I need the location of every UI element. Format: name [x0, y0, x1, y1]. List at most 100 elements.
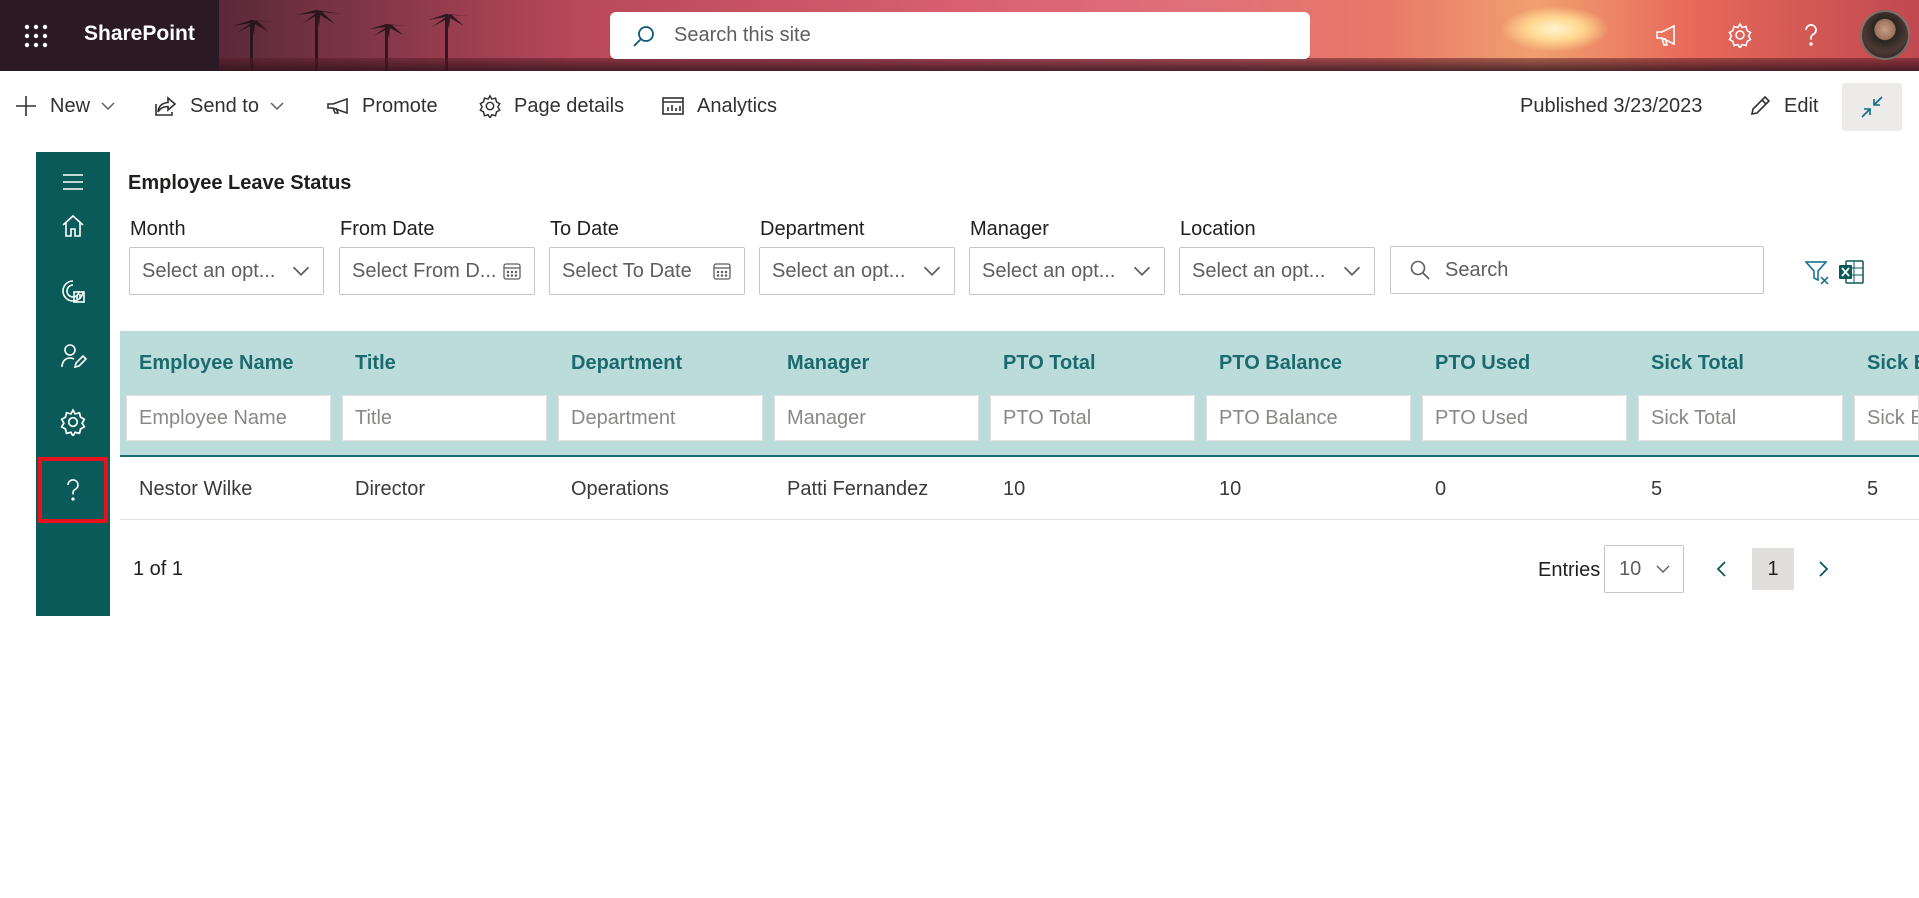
to-date-picker[interactable]: Select To Date: [549, 247, 745, 295]
column-header-pto-used[interactable]: PTO Used: [1435, 352, 1530, 375]
new-label: New: [50, 94, 91, 117]
clear-filter-icon[interactable]: [1803, 258, 1831, 286]
column-filter-manager[interactable]: Manager: [774, 395, 979, 441]
cell-pto-balance: 10: [1219, 478, 1242, 500]
excel-export-icon[interactable]: [1837, 258, 1865, 286]
column-filter-pto-used[interactable]: PTO Used: [1422, 395, 1627, 441]
search-icon: [1410, 260, 1430, 280]
column-filter-sick-balance[interactable]: Sick B: [1854, 395, 1919, 441]
cell-sick-balance: 5: [1867, 478, 1879, 500]
column-filter-sick-total[interactable]: Sick Total: [1638, 395, 1843, 441]
sidebar-item-home[interactable]: [36, 196, 110, 256]
collapse-icon: [1861, 96, 1883, 118]
calendar-icon: [503, 263, 521, 280]
column-header-employee-name[interactable]: Employee Name: [139, 352, 294, 375]
chevron-down-icon: [1656, 565, 1670, 573]
cell-pto-total: 10: [1003, 478, 1026, 500]
column-header-manager[interactable]: Manager: [787, 352, 869, 375]
sun-graphic: [1500, 6, 1610, 52]
question-mark-icon: [1805, 24, 1817, 46]
entries-dropdown[interactable]: 10: [1604, 545, 1684, 593]
horizon-graphic: [0, 58, 1919, 71]
site-search-box[interactable]: Search this site: [610, 12, 1310, 59]
collapse-button[interactable]: [1842, 83, 1902, 131]
column-filter-placeholder: Manager: [787, 406, 866, 429]
column-header-pto-total[interactable]: PTO Total: [1003, 352, 1096, 375]
from-date-picker[interactable]: Select From D...: [339, 247, 535, 295]
previous-page-button[interactable]: [1702, 548, 1742, 590]
site-search-placeholder: Search this site: [674, 24, 811, 46]
waffle-icon: [24, 24, 47, 47]
header-divider: [120, 455, 1919, 457]
new-button[interactable]: New: [14, 90, 116, 122]
plus-icon: [16, 96, 36, 116]
grid-search-input[interactable]: Search: [1390, 246, 1764, 294]
promote-button[interactable]: Promote: [326, 90, 438, 122]
analytics-label: Analytics: [697, 94, 778, 117]
cell-department: Operations: [571, 478, 669, 500]
month-dropdown[interactable]: Select an opt...: [129, 247, 324, 295]
column-filter-placeholder: Sick B: [1867, 406, 1919, 429]
feedback-button[interactable]: [1650, 18, 1684, 52]
column-filter-pto-total[interactable]: PTO Total: [990, 395, 1195, 441]
help-icon: [67, 479, 79, 501]
department-dropdown-value: Select an opt...: [772, 259, 906, 282]
cell-manager: Patti Fernandez: [787, 478, 929, 500]
column-filter-pto-balance[interactable]: PTO Balance: [1206, 395, 1411, 441]
settings-button[interactable]: [1723, 18, 1757, 52]
chevron-down-icon: [270, 102, 284, 111]
column-filter-placeholder: Employee Name: [139, 406, 287, 429]
next-page-button[interactable]: [1803, 548, 1843, 590]
manager-dropdown[interactable]: Select an opt...: [969, 247, 1165, 295]
department-dropdown[interactable]: Select an opt...: [759, 247, 955, 295]
column-filter-title[interactable]: Title: [342, 395, 547, 441]
manager-dropdown-value: Select an opt...: [982, 259, 1116, 282]
help-button[interactable]: [1794, 18, 1828, 52]
sidebar-item-help[interactable]: [38, 457, 108, 523]
published-status: Published 3/23/2023: [1520, 95, 1703, 117]
filter-label-manager: Manager: [970, 218, 1049, 240]
app-launcher-button[interactable]: [0, 0, 71, 71]
month-dropdown-value: Select an opt...: [142, 259, 276, 282]
column-header-sick-balance[interactable]: Sick B: [1867, 352, 1919, 375]
leave-dashboard-icon: [62, 280, 85, 303]
page-details-button[interactable]: Page details: [478, 90, 624, 122]
megaphone-icon: [1656, 24, 1675, 46]
column-filter-department[interactable]: Department: [558, 395, 763, 441]
column-filter-placeholder: PTO Total: [1003, 406, 1092, 429]
filter-label-department: Department: [760, 218, 865, 240]
location-dropdown[interactable]: Select an opt...: [1179, 247, 1375, 295]
send-to-label: Send to: [190, 94, 259, 117]
column-header-department[interactable]: Department: [571, 352, 682, 375]
chevron-down-icon: [1133, 266, 1151, 276]
page-details-label: Page details: [514, 94, 625, 117]
column-filter-placeholder: PTO Balance: [1219, 406, 1338, 429]
sidebar-item-user-edit[interactable]: [36, 326, 110, 386]
location-dropdown-value: Select an opt...: [1192, 259, 1326, 282]
promote-label: Promote: [362, 94, 438, 117]
chevron-left-icon: [1716, 561, 1726, 577]
edit-button[interactable]: Edit: [1748, 90, 1818, 122]
pencil-icon: [1750, 95, 1771, 116]
column-filter-placeholder: Title: [355, 406, 393, 429]
calendar-icon: [713, 263, 731, 280]
cell-sick-total: 5: [1651, 478, 1663, 500]
column-header-pto-balance[interactable]: PTO Balance: [1219, 352, 1342, 375]
column-header-sick-total[interactable]: Sick Total: [1651, 352, 1744, 375]
megaphone-icon: [327, 97, 348, 115]
send-to-button[interactable]: Send to: [154, 90, 285, 122]
chevron-down-icon: [1343, 266, 1361, 276]
column-header-title[interactable]: Title: [355, 352, 396, 375]
analytics-button[interactable]: Analytics: [661, 90, 777, 122]
app-sidebar: [36, 152, 110, 616]
grid-search-placeholder: Search: [1445, 258, 1509, 281]
sidebar-item-settings[interactable]: [36, 392, 110, 452]
filter-label-month: Month: [130, 218, 186, 240]
user-avatar[interactable]: [1860, 10, 1910, 60]
app-name[interactable]: SharePoint: [84, 22, 195, 46]
column-filter-employee-name[interactable]: Employee Name: [126, 395, 331, 441]
cell-title: Director: [355, 478, 426, 500]
page-number-button[interactable]: 1: [1752, 548, 1794, 590]
gear-icon: [479, 94, 501, 118]
sidebar-item-leave-dashboard[interactable]: [36, 261, 110, 321]
